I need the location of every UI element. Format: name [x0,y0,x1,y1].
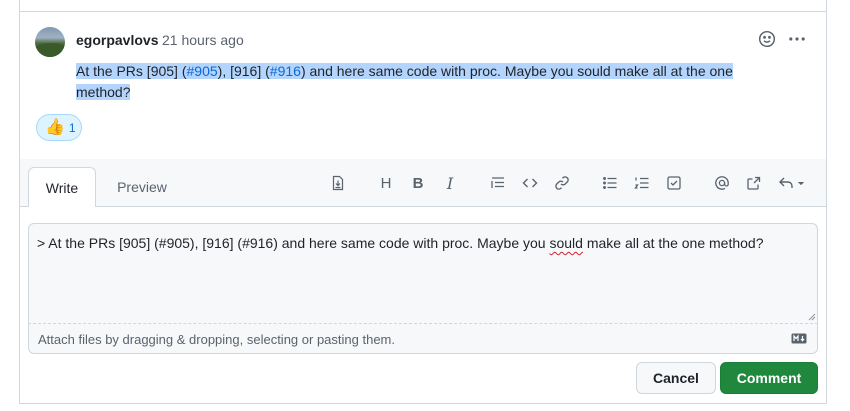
ordered-list-icon[interactable] [632,173,652,193]
comment-body: At the PRs [905] (#905), [916] (#916) an… [76,61,776,103]
code-icon[interactable] [520,173,540,193]
thumbs-up-reaction[interactable]: 👍 1 [36,114,82,141]
avatar[interactable] [35,27,65,57]
smiley-icon[interactable] [758,30,776,48]
mention-icon[interactable] [712,173,732,193]
link-icon[interactable] [552,173,572,193]
markdown-icon[interactable] [791,333,807,344]
cross-reference-icon[interactable] [744,173,764,193]
tab-write[interactable]: Write [28,167,96,207]
heading-icon[interactable]: H [376,173,396,193]
task-list-icon[interactable] [664,173,684,193]
comment-text: At the PRs [905] ( [76,63,187,79]
divider [19,11,827,12]
reaction-count: 1 [68,120,76,135]
cancel-button[interactable]: Cancel [636,362,716,394]
comment-button[interactable]: Comment [720,362,818,394]
tab-preview[interactable]: Preview [104,167,180,207]
kebab-menu-icon[interactable] [788,30,806,48]
textarea-text: make all at the one method? [582,235,764,251]
unordered-list-icon[interactable] [600,173,620,193]
comment-text: ), [916] ( [217,63,270,79]
thumbs-up-icon: 👍 [45,118,65,136]
pr-link-905[interactable]: #905 [187,63,218,79]
pr-link-916[interactable]: #916 [270,63,301,79]
italic-icon[interactable]: I [440,173,460,193]
bold-icon[interactable]: B [408,173,428,193]
reply-undo-icon[interactable] [776,173,808,193]
insert-template-icon[interactable] [328,173,348,193]
quote-icon[interactable] [488,173,508,193]
resize-handle-icon[interactable] [806,311,816,321]
misspelled-word[interactable]: sould [549,235,582,251]
textarea-content[interactable]: > At the PRs [905] (#905), [916] (#916) … [37,235,764,251]
comment-author[interactable]: egorpavlovs [76,32,158,48]
textarea-text: > At the PRs [905] (#905), [916] (#916) … [37,235,550,251]
comment-timestamp[interactable]: 21 hours ago [162,32,244,48]
attach-files-hint[interactable]: Attach files by dragging & dropping, sel… [38,332,395,347]
